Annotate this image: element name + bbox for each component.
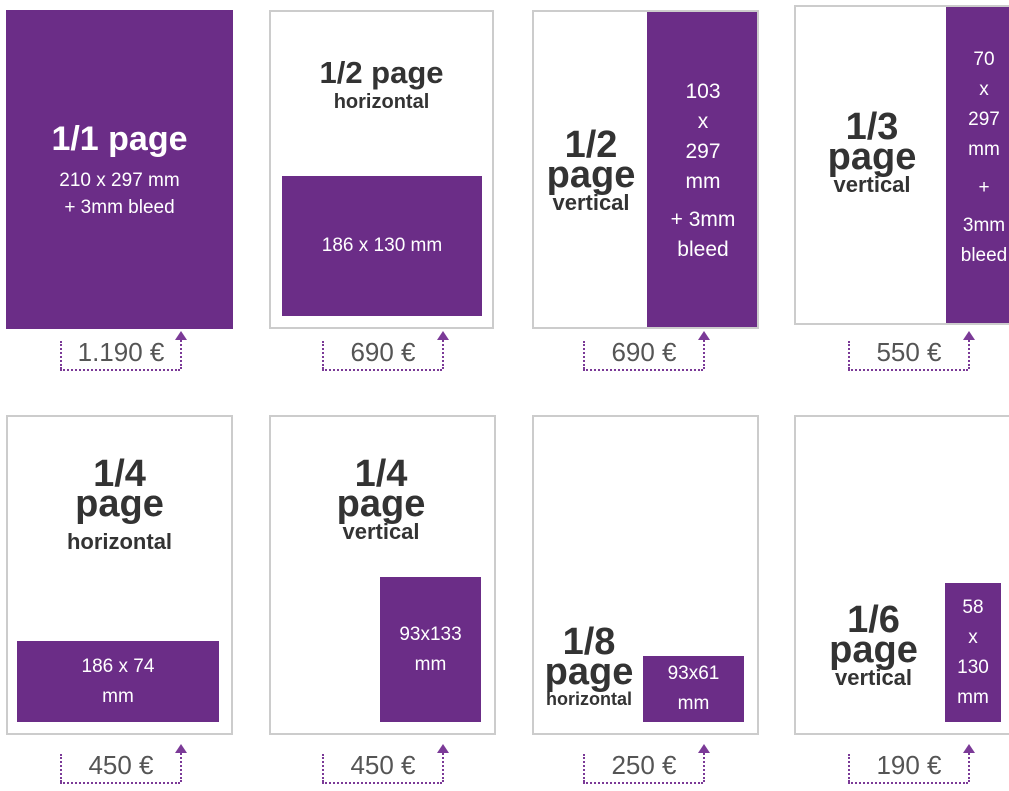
price-text: 690 €	[350, 337, 416, 367]
price-tag-half-horizontal: 690 €	[322, 331, 462, 375]
ad-area-third-vertical: 70 x 297 mm + 3mm bleed	[946, 7, 1009, 323]
price-tag-quarter-horizontal: 450 €	[60, 744, 200, 788]
ad-card-full-page: 1/1 page 210 x 297 mm + 3mm bleed	[6, 10, 233, 329]
price-text: 1.190 €	[77, 337, 165, 367]
price-tag-eighth: 250 €	[583, 744, 723, 788]
ad-area-quarter-vertical: 93x133 mm	[380, 577, 481, 722]
ad-card-quarter-page-vertical: 1/4 page vertical 93x133 mm	[269, 415, 496, 735]
ad-title: 1/4 page horizontal	[66, 453, 173, 554]
price-text: 450 €	[88, 750, 154, 780]
ad-area-quarter-horizontal: 186 x 74 mm	[17, 641, 219, 722]
ad-title: 1/1 page	[51, 119, 188, 158]
price-text: 250 €	[611, 750, 677, 780]
ad-title: 1/8 page horizontal	[544, 621, 634, 709]
ad-card-sixth-page-vertical: 1/6 page vertical 58 x 130 mm	[794, 415, 1009, 735]
ad-card-quarter-page-horizontal: 1/4 page horizontal 186 x 74 mm	[6, 415, 233, 735]
ad-card-half-page-horizontal: 1/2 page horizontal 186 x 130 mm	[269, 10, 494, 329]
price-tag-half-vertical: 690 €	[583, 331, 723, 375]
arrow-up-icon	[175, 331, 187, 340]
ad-area-half-horizontal: 186 x 130 mm	[282, 176, 482, 316]
ad-area-sixth: 58 x 130 mm	[945, 583, 1001, 722]
ad-area-half-vertical: 103 x 297 mm + 3mm bleed	[647, 12, 757, 327]
arrow-up-icon	[963, 331, 975, 340]
ad-card-third-page-vertical: 1/3 page vertical 70 x 297 mm + 3mm blee…	[794, 5, 1009, 325]
price-text: 690 €	[611, 337, 677, 367]
ad-title: 1/2 page horizontal	[319, 55, 444, 114]
ad-card-half-page-vertical: 1/2 page vertical 103 x 297 mm + 3mm ble…	[532, 10, 759, 329]
ad-area-full-page: 1/1 page 210 x 297 mm + 3mm bleed	[6, 10, 233, 329]
arrow-up-icon	[437, 744, 449, 753]
ad-area-eighth: 93x61 mm	[643, 656, 744, 722]
price-tag-quarter-vertical: 450 €	[322, 744, 462, 788]
ad-title: 1/6 page vertical	[829, 599, 918, 690]
arrow-up-icon	[698, 331, 710, 340]
price-tag-third-vertical: 550 €	[848, 331, 988, 375]
ad-title: 1/3 page vertical	[827, 106, 917, 197]
arrow-up-icon	[437, 331, 449, 340]
ad-bleed: + 3mm bleed	[64, 196, 175, 218]
ad-size: 186 x 130 mm	[321, 235, 443, 256]
price-tag-sixth: 190 €	[848, 744, 988, 788]
price-text: 550 €	[876, 337, 942, 367]
price-text: 190 €	[876, 750, 942, 780]
price-text: 450 €	[350, 750, 416, 780]
ad-card-eighth-page-horizontal: 1/8 page horizontal 93x61 mm	[532, 415, 759, 735]
arrow-up-icon	[963, 744, 975, 753]
price-tag-full-page: 1.190 €	[60, 331, 200, 375]
arrow-up-icon	[698, 744, 710, 753]
ad-title: 1/4 page vertical	[336, 453, 426, 544]
ad-size: 210 x 297 mm	[59, 169, 180, 191]
ad-title: 1/2 page vertical	[546, 124, 636, 215]
arrow-up-icon	[175, 744, 187, 753]
